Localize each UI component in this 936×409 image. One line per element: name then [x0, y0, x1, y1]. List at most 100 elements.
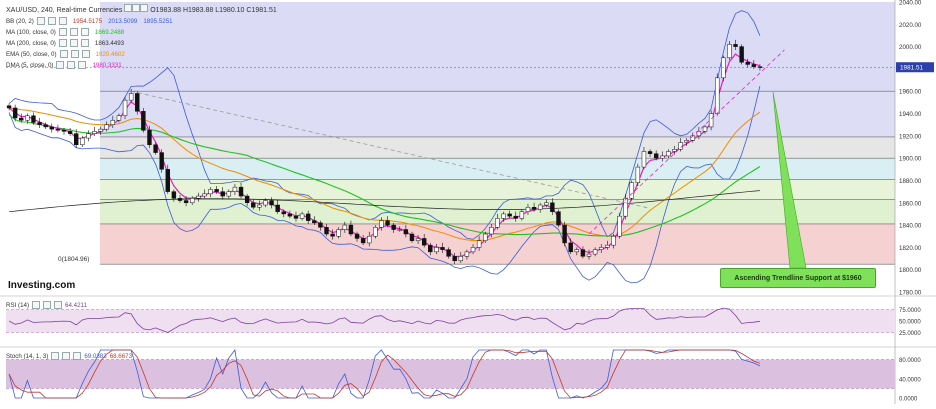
candle-body [409, 233, 415, 241]
candle-body [464, 251, 470, 257]
fib-band [100, 136, 895, 159]
candle-body [202, 193, 207, 197]
candle-body [305, 213, 311, 221]
legend-value: 1863.4493 [94, 39, 125, 47]
candle-body [483, 233, 488, 241]
legend-label: DMA (5, close, 0) [6, 61, 54, 69]
candle-body [623, 198, 628, 217]
fib-band [100, 158, 895, 180]
annotation-box: Ascending Trendline Support at $1960 [720, 268, 876, 288]
candle-body [739, 46, 744, 63]
candle-body [428, 244, 433, 253]
candle-body [318, 222, 323, 228]
box-icon [73, 352, 82, 360]
candle-body [635, 166, 641, 183]
candle-body [501, 213, 506, 219]
candle-body [74, 133, 79, 146]
box-icon [140, 4, 149, 12]
current-price-label: 1981.51 [900, 65, 924, 72]
low-label-text: 0(1804.96) [58, 256, 90, 263]
candle-body [592, 249, 598, 255]
candle-body [367, 235, 372, 244]
rsi-tick: 75.0000 [899, 308, 921, 314]
legend-label: MA (100, close, 0) [6, 28, 56, 36]
candle-body [440, 247, 445, 250]
header-symbol: XAU/USD, 240, Real-time Currencies [6, 7, 123, 14]
candle-body [281, 211, 286, 215]
candle-body [208, 189, 213, 195]
rsi-value: 64.4211 [65, 301, 87, 309]
candle-body [336, 229, 341, 237]
price-tick: 1800.00 [899, 267, 922, 274]
candle-body [354, 233, 360, 239]
candle-body [360, 238, 366, 244]
box-icon [58, 39, 67, 47]
candle-body [599, 247, 604, 250]
price-tick: 1780.00 [899, 290, 922, 297]
legend-label: EMA (50, close, 0) [6, 50, 57, 58]
candle-body [177, 198, 183, 201]
legend-label: BB (20, 2) [6, 17, 34, 25]
box-icon [67, 61, 76, 69]
header-high: H1983.88 [182, 7, 214, 14]
candle-body [391, 224, 396, 230]
legend-row: MA (100, close, 0) 1869.2488 [6, 28, 124, 36]
candle-body [574, 249, 580, 253]
candle-body [586, 253, 592, 257]
legend-value: 1954.5175 [72, 17, 103, 25]
candle-body [37, 122, 42, 125]
header-open: O1983.88 [150, 7, 181, 14]
candle-body [519, 211, 525, 219]
candle-body [244, 195, 250, 204]
candle-body [31, 115, 36, 123]
box-icon [58, 17, 67, 25]
candle-body [165, 169, 170, 192]
candle-body [348, 224, 354, 235]
candle-body [611, 235, 616, 246]
candle-body [556, 211, 561, 226]
legend-value: 1869.2488 [94, 28, 125, 36]
candle-body [43, 124, 48, 128]
candle-body [6, 105, 12, 109]
candle-body [293, 215, 299, 219]
candle-body [122, 99, 128, 117]
stoch-d-value: 68.6673 [109, 352, 133, 360]
candle-body [171, 191, 177, 199]
candle-body [147, 130, 152, 146]
candle-body [751, 64, 757, 67]
stoch-name: Stoch (14, 1, 3) [6, 352, 49, 360]
candle-body [226, 191, 232, 197]
candle-body [110, 119, 116, 125]
candle-body [452, 256, 457, 262]
stoch-band [6, 359, 895, 389]
candle-body [745, 61, 750, 65]
candle-body [287, 213, 293, 217]
candle-body [421, 238, 427, 246]
candle-body [232, 186, 238, 192]
fib-band [100, 179, 895, 200]
candle-body [159, 152, 164, 170]
candle-body [702, 126, 708, 132]
candle-body [721, 57, 726, 79]
box-icon [78, 61, 87, 69]
box-icon [58, 28, 67, 36]
candle-body [513, 215, 518, 219]
box-icon [69, 28, 78, 36]
box-icon [59, 50, 68, 58]
legend-row: MA (200, close, 0) 1863.4493 [6, 39, 124, 47]
logo: Investing.com [8, 280, 75, 291]
price-tick: 1900.00 [899, 156, 922, 163]
candle-body [379, 220, 384, 228]
legend-label: MA (200, close, 0) [6, 39, 56, 47]
candle-body [415, 238, 421, 241]
candle-body [55, 128, 61, 131]
legend-value: 2013.5099 [108, 17, 138, 25]
box-icon [69, 39, 78, 47]
legend-value: 1920.4602 [95, 50, 125, 58]
box-icon [36, 17, 45, 25]
candle-body [153, 144, 158, 153]
candle-body [495, 218, 500, 228]
price-tick: 1820.00 [899, 245, 922, 252]
box-icon [62, 352, 71, 360]
candle-body [653, 153, 659, 159]
